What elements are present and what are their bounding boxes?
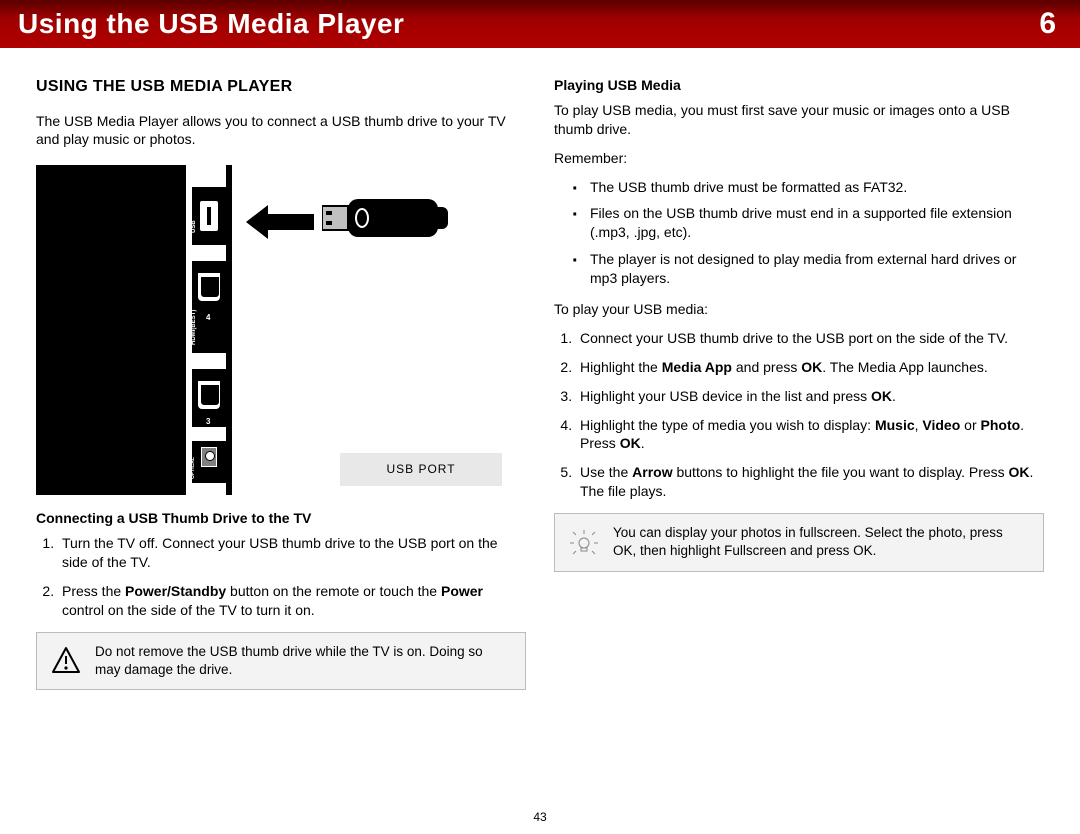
chapter-banner: Using the USB Media Player 6 [0, 0, 1080, 48]
step-text: Use the [580, 464, 632, 480]
list-item: The player is not designed to play media… [576, 250, 1044, 288]
bold-term: OK [801, 359, 822, 375]
bold-term: Music [875, 417, 915, 433]
bold-term: Arrow [632, 464, 672, 480]
subheading-connecting: Connecting a USB Thumb Drive to the TV [36, 509, 526, 528]
step-text: Highlight your USB device in the list an… [580, 388, 871, 404]
step-text: and press [732, 359, 801, 375]
bold-term: Power/Standby [125, 583, 226, 599]
steps-playing: Connect your USB thumb drive to the USB … [554, 329, 1044, 501]
step-text: or [960, 417, 980, 433]
list-item: Turn the TV off. Connect your USB thumb … [58, 534, 526, 572]
optical-port-icon [201, 447, 217, 467]
list-item: Use the Arrow buttons to highlight the f… [576, 463, 1044, 501]
paragraph: Remember: [554, 149, 1044, 168]
list-item: Highlight the type of media you wish to … [576, 416, 1044, 454]
bold-term: Media App [662, 359, 732, 375]
step-text: control on the side of the TV to turn it… [62, 602, 315, 618]
hdmi-num-4: 4 [206, 313, 210, 324]
paragraph: To play your USB media: [554, 300, 1044, 319]
banner-title: Using the USB Media Player [18, 8, 404, 40]
bold-term: OK [620, 435, 641, 451]
section-heading: Using the USB Media Player [36, 76, 526, 98]
list-item: The USB thumb drive must be formatted as… [576, 178, 1044, 197]
tip-text: You can display your photos in fullscree… [613, 524, 1029, 560]
list-item: Press the Power/Standby button on the re… [58, 582, 526, 620]
bold-term: OK [871, 388, 892, 404]
warning-note: Do not remove the USB thumb drive while … [36, 632, 526, 690]
page-number: 43 [0, 810, 1080, 824]
step-text: . [892, 388, 896, 404]
tip-note: You can display your photos in fullscree… [554, 513, 1044, 571]
page-columns: Using the USB Media Player The USB Media… [0, 48, 1080, 690]
step-text: . [641, 435, 645, 451]
step-text: Turn the TV off. Connect your USB thumb … [62, 535, 498, 570]
port-label-usb: USB [190, 221, 198, 234]
intro-paragraph: The USB Media Player allows you to conne… [36, 112, 526, 150]
step-text: Highlight the type of media you wish to … [580, 417, 875, 433]
steps-connecting: Turn the TV off. Connect your USB thumb … [36, 534, 526, 620]
lightbulb-icon [569, 527, 599, 557]
hdmi-port-icon [198, 273, 220, 301]
arrow-left-icon [246, 205, 314, 239]
figure-caption: USB PORT [340, 453, 502, 485]
step-text: buttons to highlight the file you want t… [673, 464, 1009, 480]
tv-side-panel [36, 165, 186, 495]
hdmi-num-3: 3 [206, 417, 210, 428]
list-item: Connect your USB thumb drive to the USB … [576, 329, 1044, 348]
hdmi-port-icon [198, 381, 220, 409]
usb-slot-icon [200, 201, 218, 231]
paragraph: To play USB media, you must first save y… [554, 101, 1044, 139]
bold-term: Photo [981, 417, 1021, 433]
bold-term: Video [922, 417, 960, 433]
step-text: Highlight the [580, 359, 662, 375]
step-text: button on the remote or touch the [226, 583, 441, 599]
warning-text: Do not remove the USB thumb drive while … [95, 643, 511, 679]
remember-list: The USB thumb drive must be formatted as… [554, 178, 1044, 288]
left-column: Using the USB Media Player The USB Media… [36, 76, 526, 690]
bold-term: OK [1009, 464, 1030, 480]
subheading-playing: Playing USB Media [554, 76, 1044, 95]
banner-chapter-number: 6 [1039, 7, 1056, 41]
list-item: Files on the USB thumb drive must end in… [576, 204, 1044, 242]
step-text: . The Media App launches. [822, 359, 988, 375]
step-text: Press the [62, 583, 125, 599]
right-column: Playing USB Media To play USB media, you… [554, 76, 1044, 690]
bold-term: Power [441, 583, 483, 599]
list-item: Highlight your USB device in the list an… [576, 387, 1044, 406]
list-item: Highlight the Media App and press OK. Th… [576, 358, 1044, 377]
warning-icon [51, 646, 81, 676]
port-label-hdmi: HDMI(BEST) [190, 310, 198, 345]
usb-thumb-drive-icon [322, 193, 452, 243]
figure-usb-connection: USB 4 HDMI(BEST) 3 OPTICAL [36, 165, 526, 495]
port-label-optical: OPTICAL [190, 457, 197, 479]
